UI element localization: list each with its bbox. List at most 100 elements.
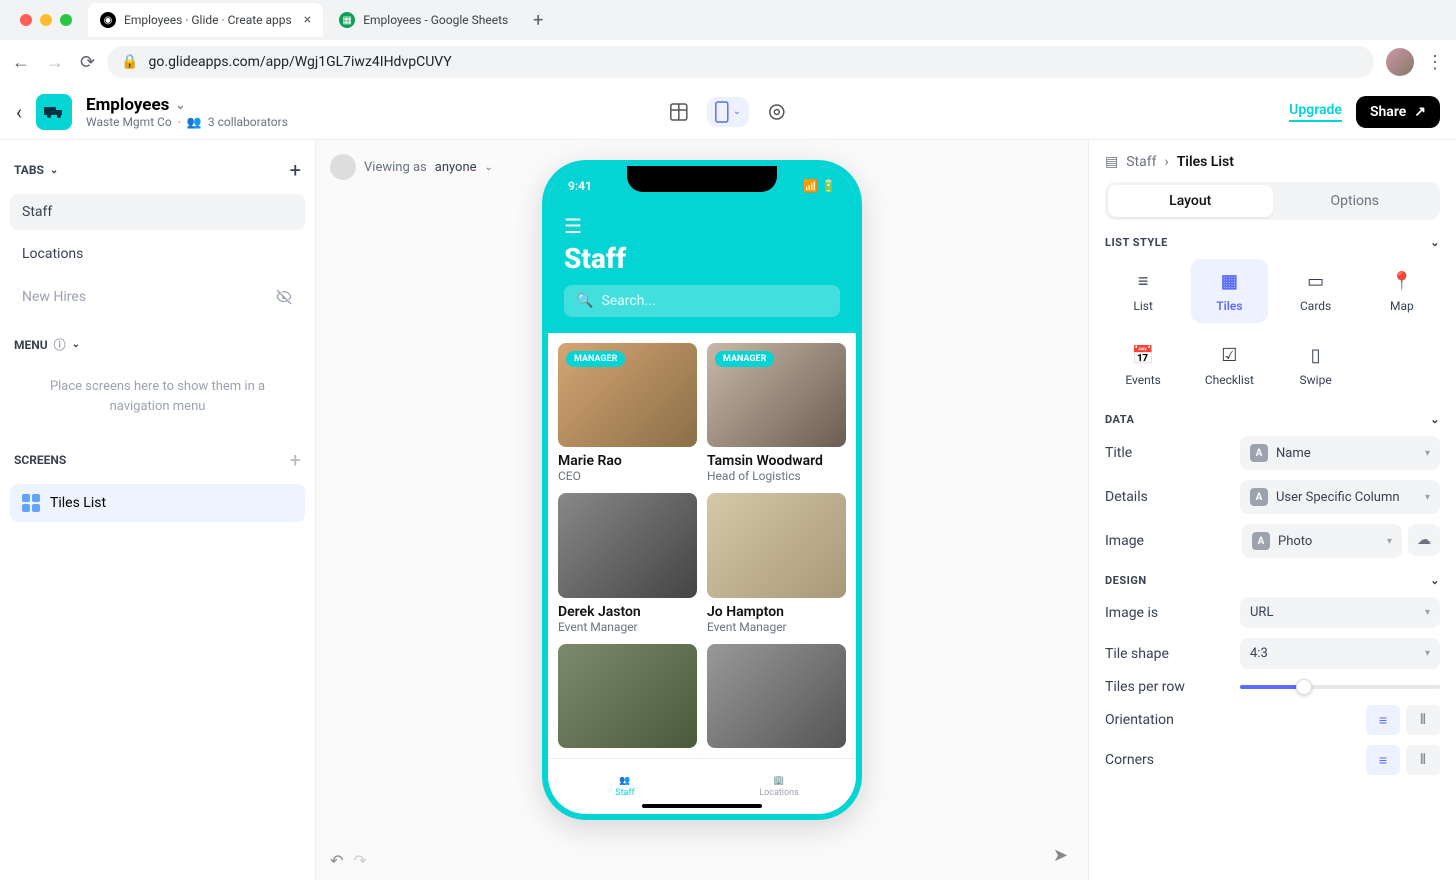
- image-select[interactable]: APhoto▾: [1242, 524, 1402, 558]
- profile-avatar[interactable]: [1386, 48, 1414, 76]
- prop-label: Corners: [1105, 752, 1154, 768]
- segmented-control: Layout Options: [1105, 182, 1440, 220]
- table-view-button[interactable]: [661, 94, 697, 130]
- upload-button[interactable]: ☁: [1408, 524, 1440, 556]
- tile-item[interactable]: Derek JastonEvent Manager: [558, 493, 697, 633]
- share-button[interactable]: Share ↗: [1356, 96, 1440, 128]
- browser-tab-sheets[interactable]: ▦ Employees - Google Sheets: [327, 3, 520, 37]
- search-placeholder: Search...: [601, 293, 655, 309]
- tile-item[interactable]: [707, 644, 846, 748]
- phone-preview: 9:41 📶 🔋 ☰ Staff 🔍 Search... MANAGERMari…: [542, 160, 862, 820]
- style-swipe[interactable]: ▯Swipe: [1278, 333, 1354, 397]
- tile-item[interactable]: MANAGERTamsin WoodwardHead of Logistics: [707, 343, 846, 483]
- title-select[interactable]: AName▾: [1240, 436, 1440, 470]
- main-layout: TABS⌄ + Staff Locations New Hires MENUⓘ⌄…: [0, 140, 1456, 880]
- header-right: Upgrade Share ↗: [1289, 96, 1440, 128]
- tab-title: Employees - Google Sheets: [363, 13, 508, 27]
- add-tab-button[interactable]: +: [290, 158, 301, 182]
- style-label: List: [1133, 299, 1153, 313]
- orientation-vertical[interactable]: ⦀: [1406, 705, 1440, 735]
- back-button[interactable]: ‹: [16, 100, 22, 124]
- style-checklist[interactable]: ☑Checklist: [1191, 333, 1267, 397]
- menu-label: MENU: [14, 338, 48, 352]
- tile-image: [707, 644, 846, 748]
- style-cards[interactable]: ▭Cards: [1278, 259, 1354, 323]
- list-style-header[interactable]: LIST STYLE ⌄: [1105, 236, 1440, 249]
- prop-label: Tile shape: [1105, 646, 1169, 662]
- tabs-header[interactable]: TABS⌄ +: [10, 152, 305, 188]
- upgrade-link[interactable]: Upgrade: [1289, 102, 1342, 122]
- prop-label: Image is: [1105, 605, 1158, 621]
- layers-icon: ▤: [1105, 154, 1118, 170]
- viewing-as-pill[interactable]: Viewing as anyone ⌄: [330, 154, 493, 180]
- tabbar-label: Locations: [759, 788, 798, 798]
- screen-item-tiles-list[interactable]: Tiles List: [10, 484, 305, 522]
- tab-item-staff[interactable]: Staff: [10, 194, 305, 230]
- tile-shape-select[interactable]: 4:3▾: [1240, 638, 1440, 669]
- style-map[interactable]: 📍Map: [1364, 259, 1440, 323]
- hamburger-icon[interactable]: ☰: [564, 214, 840, 238]
- design-header[interactable]: DESIGN ⌄: [1105, 574, 1440, 587]
- settings-view-button[interactable]: [759, 94, 795, 130]
- tile-item[interactable]: [558, 644, 697, 748]
- phone-view-group[interactable]: ⌄: [707, 97, 749, 127]
- close-tab-icon[interactable]: ×: [304, 12, 311, 28]
- style-list[interactable]: ≡List: [1105, 259, 1181, 323]
- tile-item[interactable]: Jo HamptonEvent Manager: [707, 493, 846, 633]
- corners-rounded[interactable]: ≡: [1366, 745, 1400, 775]
- tab-label: New Hires: [22, 289, 86, 305]
- tab-item-locations[interactable]: Locations: [10, 236, 305, 272]
- menu-header[interactable]: MENUⓘ⌄: [10, 330, 305, 359]
- app-title-row[interactable]: Employees ⌄: [86, 95, 288, 115]
- prop-label: Details: [1105, 489, 1148, 505]
- forward-icon[interactable]: →: [46, 52, 64, 73]
- app-header: ‹ Employees ⌄ Waste Mgmt Co · 👥 3 collab…: [0, 84, 1456, 140]
- phone-screen: 9:41 📶 🔋 ☰ Staff 🔍 Search... MANAGERMari…: [548, 166, 856, 814]
- chevron-down-icon: ⌄: [50, 165, 58, 176]
- url-field[interactable]: 🔒 go.glideapps.com/app/Wgj1GL7iwz4IHdvpC…: [107, 46, 1374, 78]
- reload-icon[interactable]: ⟳: [80, 52, 95, 73]
- cursor-icon[interactable]: ➤: [1053, 845, 1068, 866]
- tiles-per-row-slider[interactable]: [1240, 685, 1440, 689]
- details-select[interactable]: AUser Specific Column▾: [1240, 480, 1440, 514]
- image-is-select[interactable]: URL▾: [1240, 597, 1440, 628]
- close-window-icon[interactable]: [20, 14, 32, 26]
- new-tab-button[interactable]: +: [524, 6, 552, 34]
- chevron-down-icon: ⌄: [1430, 574, 1440, 587]
- prop-label: Orientation: [1105, 712, 1174, 728]
- redo-icon[interactable]: ↷: [353, 851, 366, 870]
- window-controls[interactable]: [8, 14, 84, 26]
- style-label: Events: [1125, 373, 1161, 387]
- tab-label: Staff: [22, 204, 52, 220]
- tab-item-new-hires[interactable]: New Hires: [10, 278, 305, 316]
- prop-title: Title AName▾: [1105, 436, 1440, 470]
- cards-icon: ▭: [1304, 269, 1328, 293]
- crumb-parent[interactable]: Staff: [1126, 154, 1156, 170]
- tile-item[interactable]: MANAGERMarie RaoCEO: [558, 343, 697, 483]
- chevron-down-icon: ⌄: [733, 106, 741, 117]
- corners-square[interactable]: ⦀: [1406, 745, 1440, 775]
- app-logo[interactable]: [36, 94, 72, 130]
- checklist-icon: ☑: [1217, 343, 1241, 367]
- status-icons: 📶 🔋: [803, 179, 836, 193]
- undo-icon[interactable]: ↶: [330, 851, 343, 870]
- add-screen-button[interactable]: +: [290, 448, 301, 472]
- canvas: Viewing as anyone ⌄ 9:41 📶 🔋 ☰ Staff 🔍 S…: [316, 140, 1088, 880]
- style-tiles[interactable]: ▦Tiles: [1191, 259, 1267, 323]
- back-icon[interactable]: ←: [12, 52, 30, 73]
- menu-icon[interactable]: ⋮: [1426, 52, 1444, 73]
- slider-thumb[interactable]: [1296, 679, 1312, 695]
- search-input[interactable]: 🔍 Search...: [564, 285, 840, 317]
- browser-tab-glide[interactable]: ◉ Employees · Glide · Create apps ×: [88, 3, 323, 37]
- gear-icon: [767, 102, 787, 122]
- seg-options[interactable]: Options: [1273, 185, 1438, 217]
- style-events[interactable]: 📅Events: [1105, 333, 1181, 397]
- chevron-down-icon: ▾: [1425, 492, 1430, 503]
- list-style-label: LIST STYLE: [1105, 236, 1168, 249]
- orientation-horizontal[interactable]: ≡: [1366, 705, 1400, 735]
- seg-layout[interactable]: Layout: [1108, 185, 1273, 217]
- screens-header[interactable]: SCREENS +: [10, 442, 305, 478]
- minimize-window-icon[interactable]: [40, 14, 52, 26]
- maximize-window-icon[interactable]: [60, 14, 72, 26]
- data-header[interactable]: DATA ⌄: [1105, 413, 1440, 426]
